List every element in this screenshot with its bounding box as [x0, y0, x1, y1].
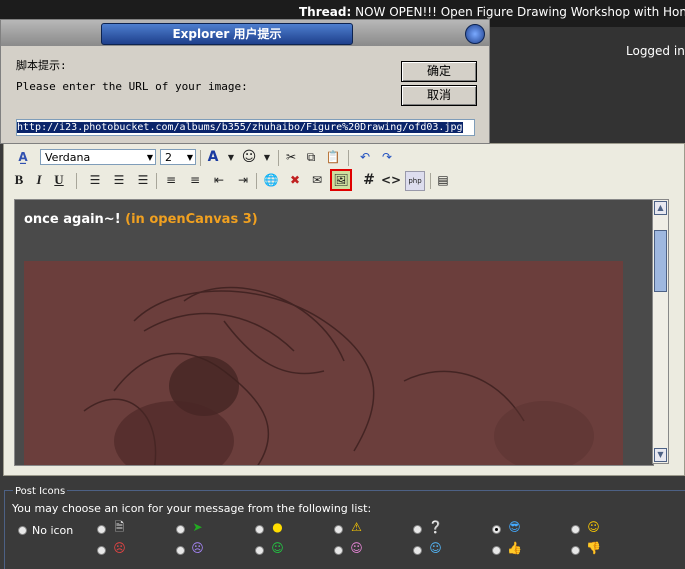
toolbar-divider	[200, 150, 201, 166]
align-left-icon[interactable]: ☰	[86, 171, 104, 189]
document-icon: 🗎	[114, 520, 125, 534]
warning-icon: ⚠	[351, 520, 362, 534]
switch-mode-icon[interactable]: A̲	[14, 148, 32, 166]
radio-icon[interactable]	[492, 546, 501, 555]
toolbar-divider	[278, 150, 279, 166]
underline-icon[interactable]: U	[50, 171, 68, 189]
thread-label: Thread:	[299, 5, 352, 19]
question-icon: ❔	[428, 520, 443, 534]
font-value: Verdana	[45, 151, 91, 164]
bold-icon[interactable]: B	[10, 171, 28, 189]
radio-icon[interactable]	[176, 525, 185, 534]
cool-icon: 😎	[508, 520, 521, 534]
thumbs-down-icon: 👎	[586, 541, 601, 555]
insert-image-icon[interactable]: 🖼	[330, 169, 352, 191]
undo-icon[interactable]: ↶	[356, 148, 374, 166]
wrap-html-icon[interactable]: <>	[381, 171, 401, 189]
logged-in-text: Logged in	[626, 44, 685, 58]
no-icon-label: No icon	[32, 524, 74, 537]
thread-title-text[interactable]: NOW OPEN!!! Open Figure Drawing Workshop…	[355, 5, 685, 19]
scroll-up-icon[interactable]: ▲	[654, 201, 667, 215]
font-color-icon[interactable]: A	[204, 148, 222, 166]
wrap-php-icon[interactable]: php	[405, 171, 425, 191]
editor-scrollbar[interactable]: ▲ ▼	[652, 199, 669, 464]
smilies-icon[interactable]: ☺	[240, 148, 258, 166]
radio-icon[interactable]	[255, 525, 264, 534]
toolbar-divider	[76, 173, 77, 189]
ok-button[interactable]: 确定	[401, 61, 477, 82]
dialog-title: Explorer 用户提示	[101, 23, 353, 45]
radio-icon[interactable]	[176, 546, 185, 555]
redo-icon[interactable]: ↷	[378, 148, 396, 166]
align-center-icon[interactable]: ☰	[110, 171, 128, 189]
close-icon[interactable]	[465, 24, 485, 44]
unlink-icon[interactable]: ✖	[286, 171, 304, 189]
chevron-down-icon[interactable]: ▼	[222, 148, 240, 166]
toolbar-divider	[156, 173, 157, 189]
cancel-button[interactable]: 取消	[401, 85, 477, 106]
post-icons-description: You may choose an icon for your message …	[12, 502, 372, 515]
angry-icon: ☹	[113, 541, 126, 555]
grin-icon: ☺	[271, 541, 284, 555]
scroll-down-icon[interactable]: ▼	[654, 448, 667, 462]
toolbar-divider	[348, 150, 349, 166]
chevron-down-icon: ▼	[146, 153, 153, 162]
prompt-dialog: Explorer 用户提示 脚本提示: Please enter the URL…	[0, 19, 490, 144]
dialog-message: Please enter the URL of your image:	[16, 80, 248, 93]
radio-icon[interactable]	[334, 525, 343, 534]
dialog-titlebar: Explorer 用户提示	[1, 20, 489, 46]
radio-icon[interactable]	[413, 525, 422, 534]
wink-icon: ☺	[429, 541, 442, 555]
message-text-accent: (in openCanvas 3)	[125, 212, 258, 227]
script-prompt-label: 脚本提示:	[16, 59, 67, 72]
lightbulb-icon: ●	[272, 520, 283, 534]
message-text: once again~! (in openCanvas 3)	[24, 212, 258, 227]
arrow-right-icon: ➤	[192, 520, 203, 534]
outdent-icon[interactable]: ⇤	[210, 171, 228, 189]
email-link-icon[interactable]: ✉	[308, 171, 326, 189]
thread-title: Thread: NOW OPEN!!! Open Figure Drawing …	[299, 5, 685, 19]
cut-icon[interactable]: ✂	[282, 148, 300, 166]
quote-icon[interactable]: ▤	[434, 171, 452, 189]
indent-icon[interactable]: ⇥	[234, 171, 252, 189]
embedded-image	[24, 261, 623, 465]
thumbs-up-icon: 👍	[507, 541, 522, 555]
smile-icon: ☺	[587, 520, 600, 534]
copy-icon[interactable]: ⧉	[302, 148, 320, 166]
align-right-icon[interactable]: ☰	[134, 171, 152, 189]
url-input[interactable]: http://i23.photobucket.com/albums/b355/z…	[16, 119, 475, 136]
font-select[interactable]: Verdana ▼	[40, 149, 156, 165]
radio-icon[interactable]	[334, 546, 343, 555]
sketch-image	[24, 261, 623, 465]
post-icons-legend: Post Icons	[13, 486, 68, 497]
message-body[interactable]: once again~! (in openCanvas 3)	[14, 199, 654, 466]
radio-icon[interactable]	[571, 525, 580, 534]
wrap-code-icon[interactable]: #	[360, 171, 378, 189]
radio-icon-selected[interactable]	[492, 525, 501, 534]
frown-icon: ☹	[191, 541, 204, 555]
radio-icon[interactable]	[97, 546, 106, 555]
chevron-down-icon[interactable]: ▼	[258, 148, 276, 166]
toolbar-divider	[256, 173, 257, 189]
paste-icon[interactable]: 📋	[324, 148, 342, 166]
radio-icon[interactable]	[97, 525, 106, 534]
radio-icon[interactable]	[255, 546, 264, 555]
insert-link-icon[interactable]: 🌐	[262, 171, 280, 189]
chevron-down-icon: ▼	[186, 153, 193, 162]
radio-no-icon[interactable]	[18, 526, 27, 535]
message-editor: A̲ Verdana ▼ 2 ▼ A ▼ ☺ ▼ ✂ ⧉ 📋 ↶ ↷ B I U ☰…	[3, 143, 685, 476]
radio-icon[interactable]	[571, 546, 580, 555]
italic-icon[interactable]: I	[30, 171, 48, 189]
size-value: 2	[165, 151, 172, 164]
ordered-list-icon[interactable]: ≡	[162, 171, 180, 189]
scrollbar-thumb[interactable]	[654, 230, 667, 292]
size-select[interactable]: 2 ▼	[160, 149, 196, 165]
message-text-main: once again~!	[24, 212, 121, 227]
unordered-list-icon[interactable]: ≡	[186, 171, 204, 189]
tongue-icon: ☺	[350, 541, 363, 555]
url-input-value: http://i23.photobucket.com/albums/b355/z…	[17, 122, 463, 133]
toolbar-divider	[430, 173, 431, 189]
radio-icon[interactable]	[413, 546, 422, 555]
